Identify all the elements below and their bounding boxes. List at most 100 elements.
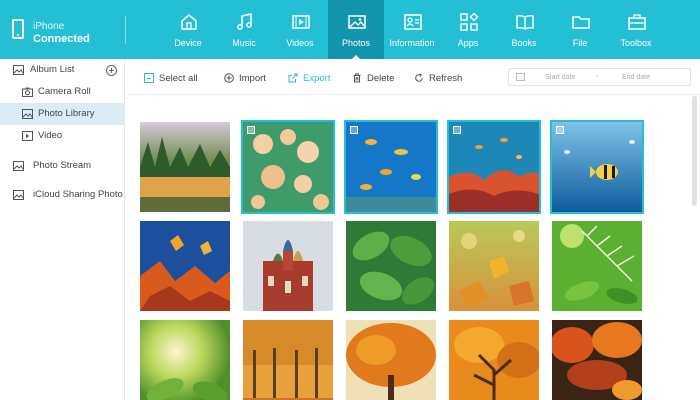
photo-thumbnail[interactable] bbox=[346, 221, 436, 311]
checkbox-icon bbox=[144, 73, 154, 83]
photo-thumbnail[interactable] bbox=[344, 120, 438, 214]
book-icon bbox=[516, 14, 534, 30]
checkbox-icon[interactable] bbox=[453, 126, 461, 134]
toolbox-icon bbox=[628, 14, 646, 30]
main-nav: Device Music Videos Photos Information A… bbox=[160, 0, 664, 59]
tab-label: Books bbox=[511, 38, 537, 48]
end-date-field[interactable]: End date bbox=[622, 74, 650, 81]
photo-grid bbox=[126, 96, 690, 400]
sidebar-item-label: iCloud Sharing Photo bbox=[33, 189, 123, 200]
add-album-icon[interactable] bbox=[106, 65, 117, 76]
device-connection-status: Connected bbox=[33, 33, 90, 45]
tab-label: Device bbox=[174, 38, 202, 48]
checkbox-icon[interactable] bbox=[556, 126, 564, 134]
photo-thumbnail[interactable] bbox=[552, 320, 642, 400]
toolbar: Select all Import Export Delete Refresh … bbox=[126, 59, 700, 95]
album-icon bbox=[13, 65, 24, 75]
checkbox-icon[interactable] bbox=[247, 126, 255, 134]
green-leaves-sunlight-image bbox=[552, 221, 642, 311]
delete-button[interactable]: Delete bbox=[352, 71, 394, 85]
photo-thumbnail[interactable] bbox=[449, 221, 539, 311]
photo-thumbnail[interactable] bbox=[552, 221, 642, 311]
tab-photos[interactable]: Photos bbox=[328, 0, 384, 59]
export-label: Export bbox=[303, 72, 331, 84]
sidebar-item-label: Photo Stream bbox=[33, 160, 92, 171]
scrollbar[interactable] bbox=[692, 96, 697, 206]
tab-videos[interactable]: Videos bbox=[272, 0, 328, 59]
photo-thumbnail[interactable] bbox=[449, 320, 539, 400]
refresh-button[interactable]: Refresh bbox=[414, 71, 462, 85]
select-all-label: Select all bbox=[159, 72, 198, 84]
start-date-field[interactable]: Start date bbox=[545, 74, 575, 81]
tab-music[interactable]: Music bbox=[216, 0, 272, 59]
import-label: Import bbox=[239, 72, 266, 84]
folder-icon bbox=[572, 16, 590, 29]
contact-card-icon bbox=[404, 14, 422, 30]
apps-icon bbox=[460, 12, 479, 31]
tab-device[interactable]: Device bbox=[160, 0, 216, 59]
export-icon bbox=[288, 73, 298, 83]
tab-label: Apps bbox=[457, 38, 479, 48]
tab-apps[interactable]: Apps bbox=[440, 0, 496, 59]
photo-stream-icon bbox=[13, 161, 24, 171]
sidebar-item-label: Video bbox=[38, 130, 63, 141]
photo-thumbnail[interactable] bbox=[243, 320, 333, 400]
tropical-fish-image bbox=[346, 122, 436, 212]
album-list-header[interactable]: Album List bbox=[0, 59, 125, 81]
select-all-button[interactable]: Select all bbox=[144, 71, 198, 85]
tab-books[interactable]: Books bbox=[496, 0, 552, 59]
tab-information[interactable]: Information bbox=[384, 0, 440, 59]
tab-label: File bbox=[572, 38, 588, 48]
green-leaves-sun-image bbox=[140, 320, 230, 400]
photo-thumbnail[interactable] bbox=[346, 320, 436, 400]
refresh-label: Refresh bbox=[429, 72, 463, 84]
sidebar-item-video[interactable]: Video bbox=[0, 125, 125, 147]
tab-label: Music bbox=[232, 38, 256, 48]
sidebar: Album List Camera Roll Photo Library Vid… bbox=[0, 59, 125, 400]
trash-icon bbox=[353, 73, 361, 83]
tab-file[interactable]: File bbox=[552, 0, 608, 59]
date-range-filter[interactable]: Start date - End date bbox=[508, 68, 691, 86]
forest-lake-image bbox=[140, 122, 230, 212]
tab-label: Videos bbox=[286, 38, 314, 48]
sidebar-item-icloud-sharing[interactable]: iCloud Sharing Photo bbox=[0, 184, 125, 206]
image-icon bbox=[22, 109, 33, 119]
music-icon bbox=[237, 13, 252, 30]
photo-thumbnail[interactable] bbox=[140, 320, 230, 400]
top-bar: iPhone Connected Device Music Videos Pho… bbox=[0, 0, 700, 59]
video-icon bbox=[292, 15, 310, 29]
autumn-leaves-blue-sky-image bbox=[140, 221, 230, 311]
photo-thumbnail[interactable] bbox=[140, 221, 230, 311]
calendar-icon bbox=[516, 73, 525, 81]
checkbox-icon[interactable] bbox=[350, 126, 358, 134]
autumn-trees-row-image bbox=[243, 320, 333, 400]
autumn-forest-image bbox=[552, 320, 642, 400]
shared-photo-icon bbox=[13, 190, 24, 200]
export-button[interactable]: Export bbox=[288, 71, 330, 85]
import-button[interactable]: Import bbox=[224, 71, 266, 85]
divider bbox=[125, 16, 126, 44]
tab-label: Photos bbox=[341, 38, 371, 48]
device-status[interactable]: iPhone Connected bbox=[0, 0, 125, 59]
sidebar-item-photo-stream[interactable]: Photo Stream bbox=[0, 155, 125, 177]
blue-fish-image bbox=[552, 122, 642, 212]
coral-reef-image bbox=[449, 122, 539, 212]
album-list-label: Album List bbox=[30, 64, 75, 75]
photo-icon bbox=[348, 15, 366, 29]
jellyfish-image bbox=[243, 122, 333, 212]
tab-toolbox[interactable]: Toolbox bbox=[608, 0, 664, 59]
photo-thumbnail[interactable] bbox=[550, 120, 644, 214]
play-icon bbox=[22, 131, 33, 141]
green-leaves-image bbox=[346, 221, 436, 311]
sidebar-item-camera-roll[interactable]: Camera Roll bbox=[0, 81, 125, 103]
photo-thumbnail[interactable] bbox=[241, 120, 335, 214]
device-name: iPhone bbox=[33, 21, 65, 32]
photo-thumbnail[interactable] bbox=[447, 120, 541, 214]
delete-label: Delete bbox=[367, 72, 395, 84]
photo-thumbnail[interactable] bbox=[140, 122, 230, 212]
sidebar-item-photo-library[interactable]: Photo Library bbox=[0, 103, 125, 125]
photo-thumbnail[interactable] bbox=[243, 221, 333, 311]
camera-icon bbox=[22, 87, 33, 97]
date-separator: - bbox=[596, 73, 599, 80]
refresh-icon bbox=[415, 73, 423, 82]
